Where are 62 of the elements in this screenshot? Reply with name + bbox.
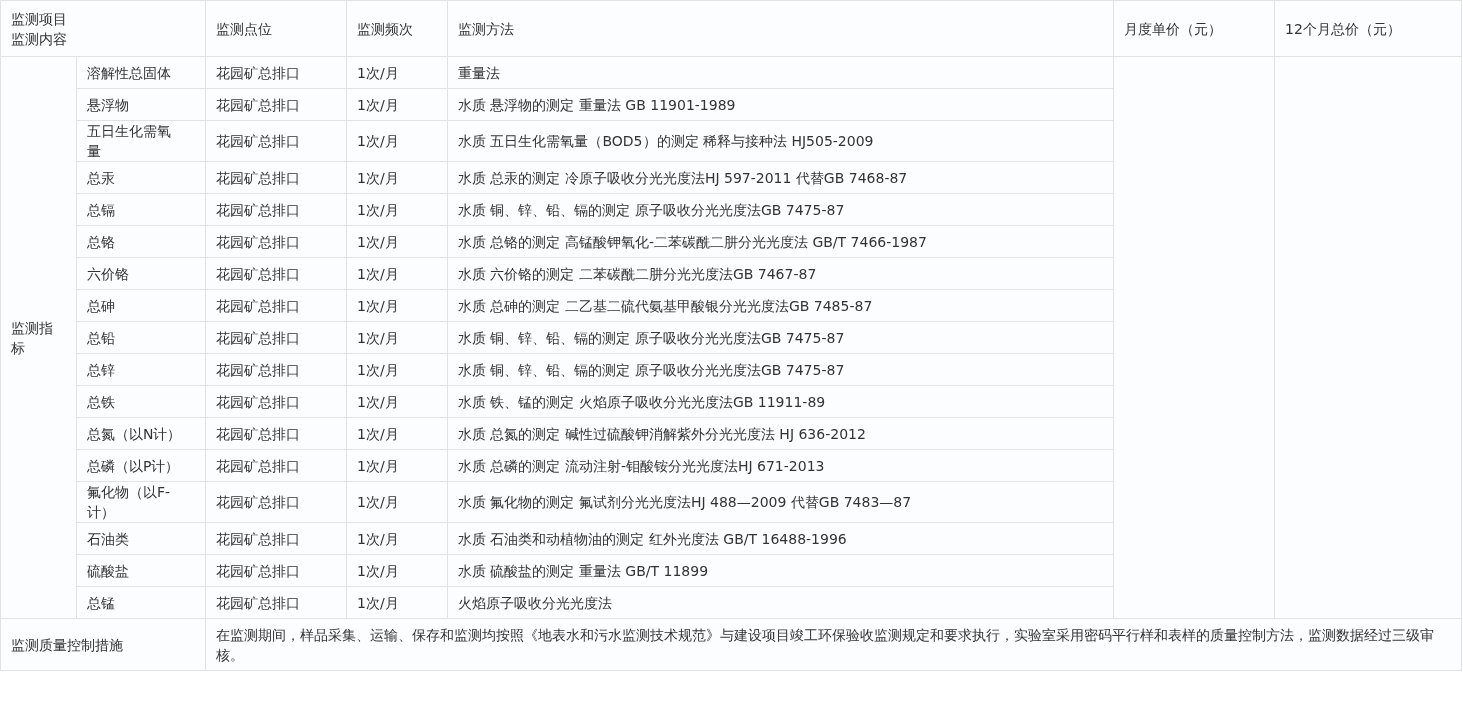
column-header: 监测方法: [447, 0, 1114, 57]
table-cell: 五日生化需氧量: [76, 120, 206, 162]
table-cell: 1次/月: [346, 385, 448, 418]
table-cell: 悬浮物: [76, 88, 206, 121]
table-cell: 花园矿总排口: [205, 225, 347, 258]
table-cell: 花园矿总排口: [205, 56, 347, 89]
table-cell: 花园矿总排口: [205, 257, 347, 290]
table-cell: 监测质量控制措施: [0, 618, 206, 671]
column-header: 监测频次: [346, 0, 448, 57]
column-header: 12个月总价（元）: [1274, 0, 1462, 57]
table-cell: 花园矿总排口: [205, 554, 347, 587]
table-cell: 总锌: [76, 353, 206, 386]
table-cell: 花园矿总排口: [205, 88, 347, 121]
table-cell: 六价铬: [76, 257, 206, 290]
group-label: 监测指标: [0, 56, 77, 619]
table-cell: 花园矿总排口: [205, 481, 347, 523]
table-cell: 花园矿总排口: [205, 522, 347, 555]
table-cell: 1次/月: [346, 88, 448, 121]
table-cell: 总铁: [76, 385, 206, 418]
table-cell: 花园矿总排口: [205, 193, 347, 226]
table-cell: 总磷（以P计）: [76, 449, 206, 482]
table-cell: 1次/月: [346, 481, 448, 523]
table-cell: 1次/月: [346, 56, 448, 89]
column-header: 监测内容: [11, 29, 68, 49]
column-header: 监测项目: [11, 9, 68, 29]
table-cell: 总铬: [76, 225, 206, 258]
table-cell: 总汞: [76, 161, 206, 194]
table-cell: 总镉: [76, 193, 206, 226]
table-cell: 1次/月: [346, 353, 448, 386]
table-cell: 1次/月: [346, 225, 448, 258]
table-cell: 花园矿总排口: [205, 161, 347, 194]
column-header: 监测点位: [205, 0, 347, 57]
table-cell: 石油类: [76, 522, 206, 555]
table-cell: 1次/月: [346, 449, 448, 482]
table-cell: 花园矿总排口: [205, 353, 347, 386]
table-cell: 1次/月: [346, 257, 448, 290]
table-cell: 1次/月: [346, 586, 448, 619]
table-cell: 1次/月: [346, 417, 448, 450]
table-cell: 1次/月: [346, 120, 448, 162]
table-cell: 1次/月: [346, 522, 448, 555]
table-cell: 花园矿总排口: [205, 586, 347, 619]
table-cell: 硫酸盐: [76, 554, 206, 587]
table-cell: 1次/月: [346, 289, 448, 322]
table-cell: 1次/月: [346, 554, 448, 587]
table-cell: 1次/月: [346, 193, 448, 226]
table-cell: 花园矿总排口: [205, 449, 347, 482]
column-header: 月度单价（元）: [1113, 0, 1275, 57]
table-cell: 花园矿总排口: [205, 385, 347, 418]
table-cell: 花园矿总排口: [205, 417, 347, 450]
table-cell: 溶解性总固体: [76, 56, 206, 89]
table-cell: 花园矿总排口: [205, 321, 347, 354]
table-cell: 总铅: [76, 321, 206, 354]
table-cell: 在监测期间，样品采集、运输、保存和监测均按照《地表水和污水监测技术规范》与建设项目竣工环保验收监测规定和要求执行，实验室采用密码平行样和表样的质量控制方法，监测数据经过三级审核。: [205, 618, 1462, 671]
table-cell: 总氮（以N计）: [76, 417, 206, 450]
table-cell: 花园矿总排口: [205, 120, 347, 162]
table-cell: 总砷: [76, 289, 206, 322]
table-cell: 氟化物（以F-计）: [76, 481, 206, 523]
table-cell: 花园矿总排口: [205, 289, 347, 322]
table-cell: 1次/月: [346, 321, 448, 354]
table-cell: 重量法: [447, 56, 1114, 89]
table-cell: 总锰: [76, 586, 206, 619]
table-cell: 1次/月: [346, 161, 448, 194]
